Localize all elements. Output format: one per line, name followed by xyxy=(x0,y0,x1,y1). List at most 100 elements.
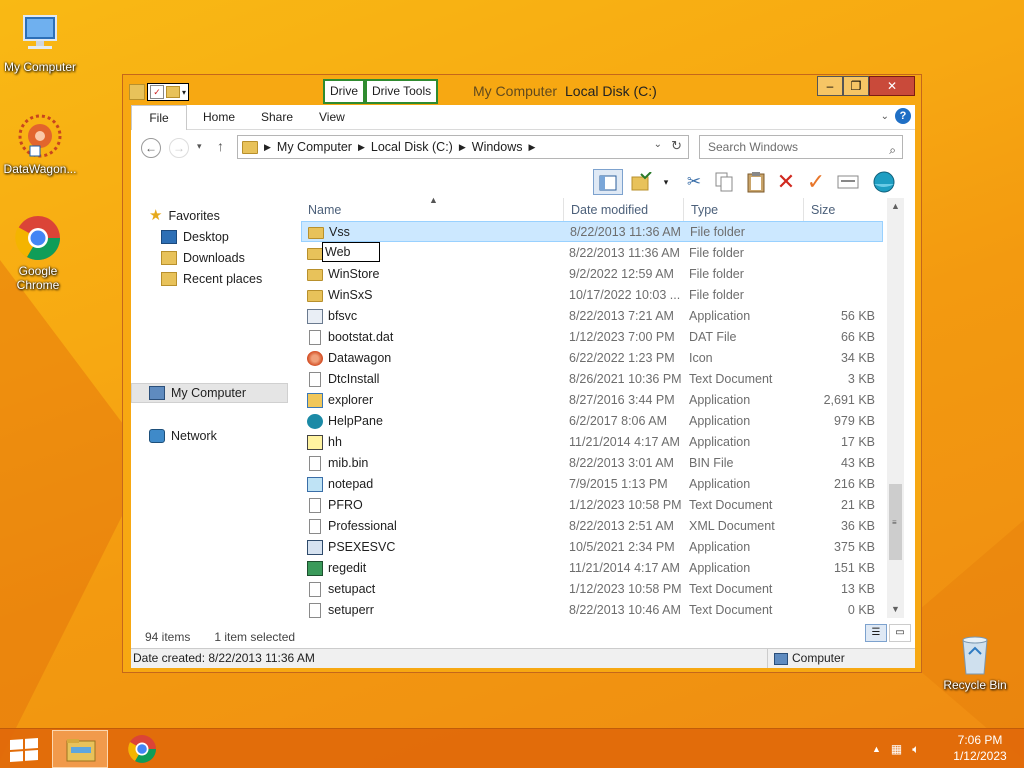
cell-name: PFRO xyxy=(328,498,363,512)
cell-date: 7/9/2015 1:13 PM xyxy=(569,477,668,491)
maximize-button[interactable]: ❐ xyxy=(843,76,869,96)
nav-item-my-computer[interactable]: My Computer xyxy=(131,383,288,403)
table-row[interactable]: WinSxS 10/17/2022 10:03 ... File folder xyxy=(301,285,883,306)
rename-input[interactable]: Web xyxy=(322,242,380,262)
minimize-button[interactable]: ‒ xyxy=(817,76,843,96)
close-button[interactable]: ✕ xyxy=(869,76,915,96)
table-row[interactable]: notepad 7/9/2015 1:13 PM Application 216 KB xyxy=(301,474,883,495)
forward-button[interactable]: → xyxy=(169,138,189,158)
table-row[interactable]: mib.bin 8/22/2013 3:01 AM BIN File 43 KB xyxy=(301,453,883,474)
scroll-thumb[interactable]: ≡ xyxy=(889,484,902,560)
rename-check-icon[interactable]: ✓ xyxy=(803,169,829,195)
taskbar-explorer[interactable] xyxy=(52,730,108,768)
cell-type: File folder xyxy=(689,246,744,260)
copy-icon[interactable] xyxy=(711,169,737,195)
scroll-down-button[interactable]: ▼ xyxy=(887,601,904,618)
column-header-name[interactable]: Name xyxy=(301,198,564,222)
refresh-icon[interactable]: ↻ xyxy=(671,138,682,154)
table-row[interactable]: regedit 11/21/2014 4:17 AM Application 151 … xyxy=(301,558,883,579)
desktop-icon-recycle-bin[interactable]: Recycle Bin xyxy=(935,632,1015,692)
nav-item-downloads[interactable]: Downloads xyxy=(161,248,245,268)
network-tray-icon[interactable]: ▦ xyxy=(891,742,902,756)
title-bar[interactable]: ✓ ▾ Drive Drive Tools My Computer Local … xyxy=(123,75,921,105)
clock[interactable]: 7:06 PM 1/12/2023 xyxy=(950,732,1010,764)
tab-file[interactable]: File xyxy=(131,105,187,130)
tab-drive[interactable]: Drive xyxy=(323,79,366,104)
table-row[interactable]: explorer 8/27/2016 3:44 PM Application 2,69… xyxy=(301,390,883,411)
up-button[interactable]: ↑ xyxy=(217,138,224,154)
column-header-size[interactable]: Size xyxy=(804,198,883,222)
chevron-down-icon[interactable]: ⌄ xyxy=(654,139,662,150)
table-row[interactable]: Web 8/22/2013 11:36 AM File folder xyxy=(301,242,883,264)
table-row[interactable]: bootstat.dat 1/12/2023 7:00 PM DAT File 66 … xyxy=(301,327,883,348)
breadcrumb-arrow-icon[interactable]: ▶ xyxy=(459,142,466,153)
tab-home[interactable]: Home xyxy=(191,105,247,130)
address-input[interactable]: ▶ My Computer ▶ Local Disk (C:) ▶ Window… xyxy=(237,135,689,159)
volume-icon[interactable]: 🔈︎ xyxy=(912,742,919,757)
cell-type: BIN File xyxy=(689,456,734,470)
chevron-down-icon[interactable]: ▾ xyxy=(653,169,679,195)
table-row[interactable]: Datawagon 6/22/2022 1:23 PM Icon 34 KB xyxy=(301,348,883,369)
chevron-down-icon[interactable]: ▾ xyxy=(182,88,186,97)
breadcrumb-item[interactable]: My Computer xyxy=(277,140,352,154)
nav-item-recent-places[interactable]: Recent places xyxy=(161,269,262,289)
table-row[interactable]: WinStore 9/2/2022 12:59 AM File folder xyxy=(301,264,883,285)
explorer-window[interactable]: ✓ ▾ Drive Drive Tools My Computer Local … xyxy=(122,74,922,673)
properties-icon[interactable]: ✓ xyxy=(150,85,164,99)
table-row[interactable]: Professional 8/22/2013 2:51 AM XML Documen… xyxy=(301,516,883,537)
delete-icon[interactable]: ✕ xyxy=(773,169,799,195)
tab-drive-tools[interactable]: Drive Tools xyxy=(365,79,439,104)
tab-view[interactable]: View xyxy=(307,105,357,130)
desktop-icon-my-computer[interactable]: My Computer xyxy=(0,10,80,74)
desktop-icon-chrome[interactable]: Google Chrome xyxy=(0,214,78,292)
table-row[interactable]: DtcInstall 8/26/2021 10:36 PM Text Documen… xyxy=(301,369,883,390)
table-row[interactable]: setupact 1/12/2023 10:58 PM Text Document 1… xyxy=(301,579,883,600)
start-button[interactable] xyxy=(10,738,38,762)
table-row[interactable]: Vss 8/22/2013 11:36 AM File folder xyxy=(301,221,883,242)
nav-item-desktop[interactable]: Desktop xyxy=(161,227,229,247)
desktop-icon xyxy=(161,230,177,244)
details-view-button[interactable]: ☰ xyxy=(865,624,887,642)
cell-size: 17 KB xyxy=(840,435,875,449)
new-folder-icon[interactable] xyxy=(166,86,180,98)
cell-type: Application xyxy=(689,435,751,449)
search-input[interactable]: Search Windows ⌕ xyxy=(699,135,903,159)
table-row[interactable]: hh 11/21/2014 4:17 AM Application 17 KB xyxy=(301,432,883,453)
large-icons-view-button[interactable]: ▭ xyxy=(889,624,911,642)
column-header-type[interactable]: Type xyxy=(684,198,804,222)
table-row[interactable]: setuperr 8/22/2013 10:46 AM Text Document 0… xyxy=(301,600,883,621)
cell-type: File folder xyxy=(690,225,745,239)
taskbar-chrome[interactable] xyxy=(114,730,170,768)
breadcrumb-item[interactable]: Local Disk (C:) xyxy=(371,140,453,154)
scroll-up-button[interactable]: ▲ xyxy=(887,198,904,215)
table-row[interactable]: HelpPane 6/2/2017 8:06 AM Application 979 K… xyxy=(301,411,883,432)
breadcrumb-item[interactable]: Windows xyxy=(472,140,523,154)
network-globe-icon[interactable] xyxy=(871,169,897,195)
tab-share[interactable]: Share xyxy=(249,105,305,130)
table-row[interactable]: PFRO 1/12/2023 10:58 PM Text Document 21 KB xyxy=(301,495,883,516)
table-row[interactable]: bfsvc 8/22/2013 7:21 AM Application 56 KB xyxy=(301,306,883,327)
show-hidden-icons-icon[interactable]: ▲ xyxy=(872,744,881,754)
recent-locations-icon[interactable]: ▾ xyxy=(197,141,202,152)
properties-icon[interactable] xyxy=(835,169,861,195)
breadcrumb-arrow-icon[interactable]: ▶ xyxy=(358,142,365,153)
desktop-icon-label: Recycle Bin xyxy=(943,678,1007,692)
breadcrumb-arrow-icon[interactable]: ▶ xyxy=(264,142,271,153)
expand-ribbon-icon[interactable]: ⌄ xyxy=(881,111,889,122)
vertical-scrollbar[interactable]: ▲ ≡ ▼ xyxy=(887,198,904,618)
nav-item-network[interactable]: Network xyxy=(149,426,217,446)
breadcrumb-arrow-icon[interactable]: ▶ xyxy=(528,142,535,153)
table-row[interactable]: PSEXESVC 10/5/2021 2:34 PM Application 375 … xyxy=(301,537,883,558)
cut-icon[interactable]: ✂ xyxy=(681,169,707,195)
folder-options-icon[interactable] xyxy=(629,169,655,195)
back-button[interactable]: ← xyxy=(141,138,161,158)
column-header-date[interactable]: Date modified xyxy=(564,198,684,222)
file-icon xyxy=(309,498,321,513)
quick-access-buttons[interactable]: ✓ ▾ xyxy=(147,83,190,101)
preview-pane-button[interactable] xyxy=(593,169,623,195)
paste-icon[interactable] xyxy=(743,169,769,195)
cell-date: 8/27/2016 3:44 PM xyxy=(569,393,675,407)
help-icon[interactable]: ? xyxy=(895,108,911,124)
nav-item-favorites[interactable]: ★ Favorites xyxy=(149,206,220,226)
desktop-icon-datawagon[interactable]: DataWagon... xyxy=(0,112,80,176)
